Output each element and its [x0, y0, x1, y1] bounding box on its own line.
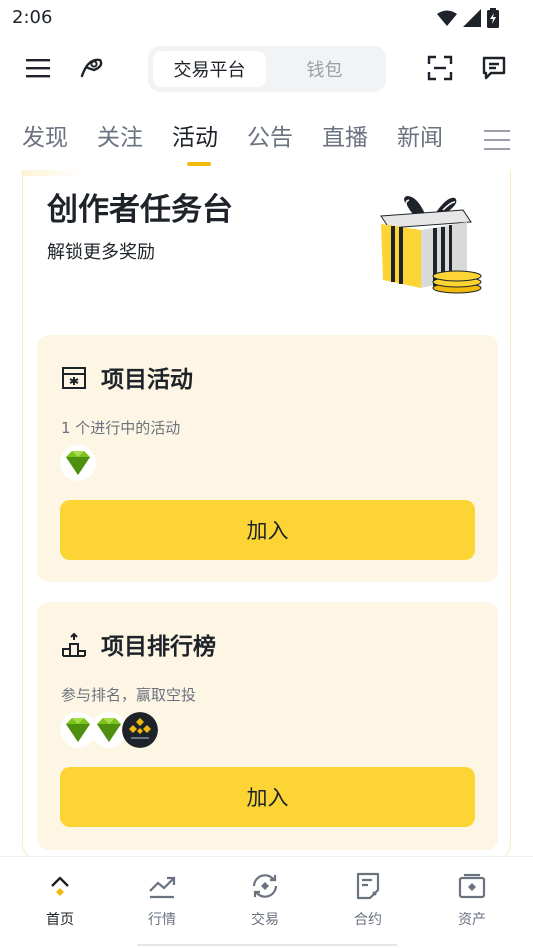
nav-label: 资产	[458, 912, 486, 928]
card-top-fade	[23, 170, 83, 176]
tab-live[interactable]: 直播	[322, 118, 368, 152]
section-description: 参与排名，赢取空投	[61, 686, 197, 704]
wallet-icon	[457, 871, 487, 901]
green-gem-token-icon	[60, 445, 96, 481]
home-icon	[45, 871, 75, 901]
scan-icon[interactable]	[424, 52, 456, 84]
tab-menu-icon[interactable]	[484, 128, 510, 152]
trade-icon	[250, 871, 280, 901]
nav-label: 行情	[148, 912, 176, 928]
nav-assets[interactable]: 资产	[432, 871, 512, 929]
token-row	[60, 445, 96, 481]
leaderboard-icon	[62, 632, 86, 657]
menu-icon[interactable]	[22, 52, 54, 84]
signal-icon	[463, 9, 481, 27]
creator-task-card: 创作者任务台 解锁更多奖励 项目活动 1 个进行中的活动 加入 项目排行榜 参与…	[22, 170, 511, 860]
message-icon[interactable]	[478, 52, 510, 84]
exchange-tab[interactable]: 交易平台	[153, 51, 266, 87]
nav-label: 首页	[46, 912, 74, 928]
status-time: 2:06	[12, 7, 53, 28]
status-icons	[437, 8, 499, 28]
content-tabs: 发现 关注 活动 公告 直播 新闻	[0, 108, 533, 168]
join-button[interactable]: 加入	[60, 767, 475, 827]
token-row	[60, 712, 158, 748]
status-bar: 2:06	[0, 0, 533, 36]
tab-announcements[interactable]: 公告	[247, 118, 293, 152]
project-activity-section: 项目活动 1 个进行中的活动 加入	[37, 335, 498, 582]
markets-icon	[147, 871, 177, 901]
bottom-navigation: 首页 行情 交易 合约 资产	[0, 856, 533, 948]
active-tab-indicator	[187, 162, 211, 166]
platform-switch: 交易平台 钱包	[148, 46, 386, 92]
gesture-bar	[137, 944, 397, 946]
wallet-tab[interactable]: 钱包	[268, 51, 381, 87]
gift-box-icon	[380, 196, 482, 294]
nav-label: 合约	[354, 912, 382, 928]
nav-trade[interactable]: 交易	[225, 871, 305, 929]
project-activity-icon	[62, 367, 86, 389]
nav-futures[interactable]: 合约	[328, 871, 408, 929]
tab-news[interactable]: 新闻	[397, 118, 443, 152]
nav-label: 交易	[251, 912, 279, 928]
futures-icon	[353, 871, 383, 901]
tab-discover[interactable]: 发现	[22, 118, 68, 152]
tab-following[interactable]: 关注	[97, 118, 143, 152]
card-title: 创作者任务台	[47, 192, 233, 228]
project-leaderboard-section: 项目排行榜 参与排名，赢取空投 加入	[37, 602, 498, 850]
nav-markets[interactable]: 行情	[122, 871, 202, 929]
top-header: 交易平台 钱包	[0, 44, 533, 94]
battery-icon	[487, 8, 499, 28]
section-title: 项目排行榜	[101, 634, 216, 660]
card-subtitle: 解锁更多奖励	[47, 242, 155, 263]
tab-activities[interactable]: 活动	[172, 118, 218, 152]
wifi-icon	[437, 10, 457, 26]
join-button[interactable]: 加入	[60, 500, 475, 560]
square-feed-icon[interactable]	[76, 52, 108, 84]
section-description: 1 个进行中的活动	[61, 419, 181, 437]
binance-token-icon	[122, 712, 158, 748]
section-title: 项目活动	[101, 367, 193, 393]
nav-home[interactable]: 首页	[20, 871, 100, 929]
